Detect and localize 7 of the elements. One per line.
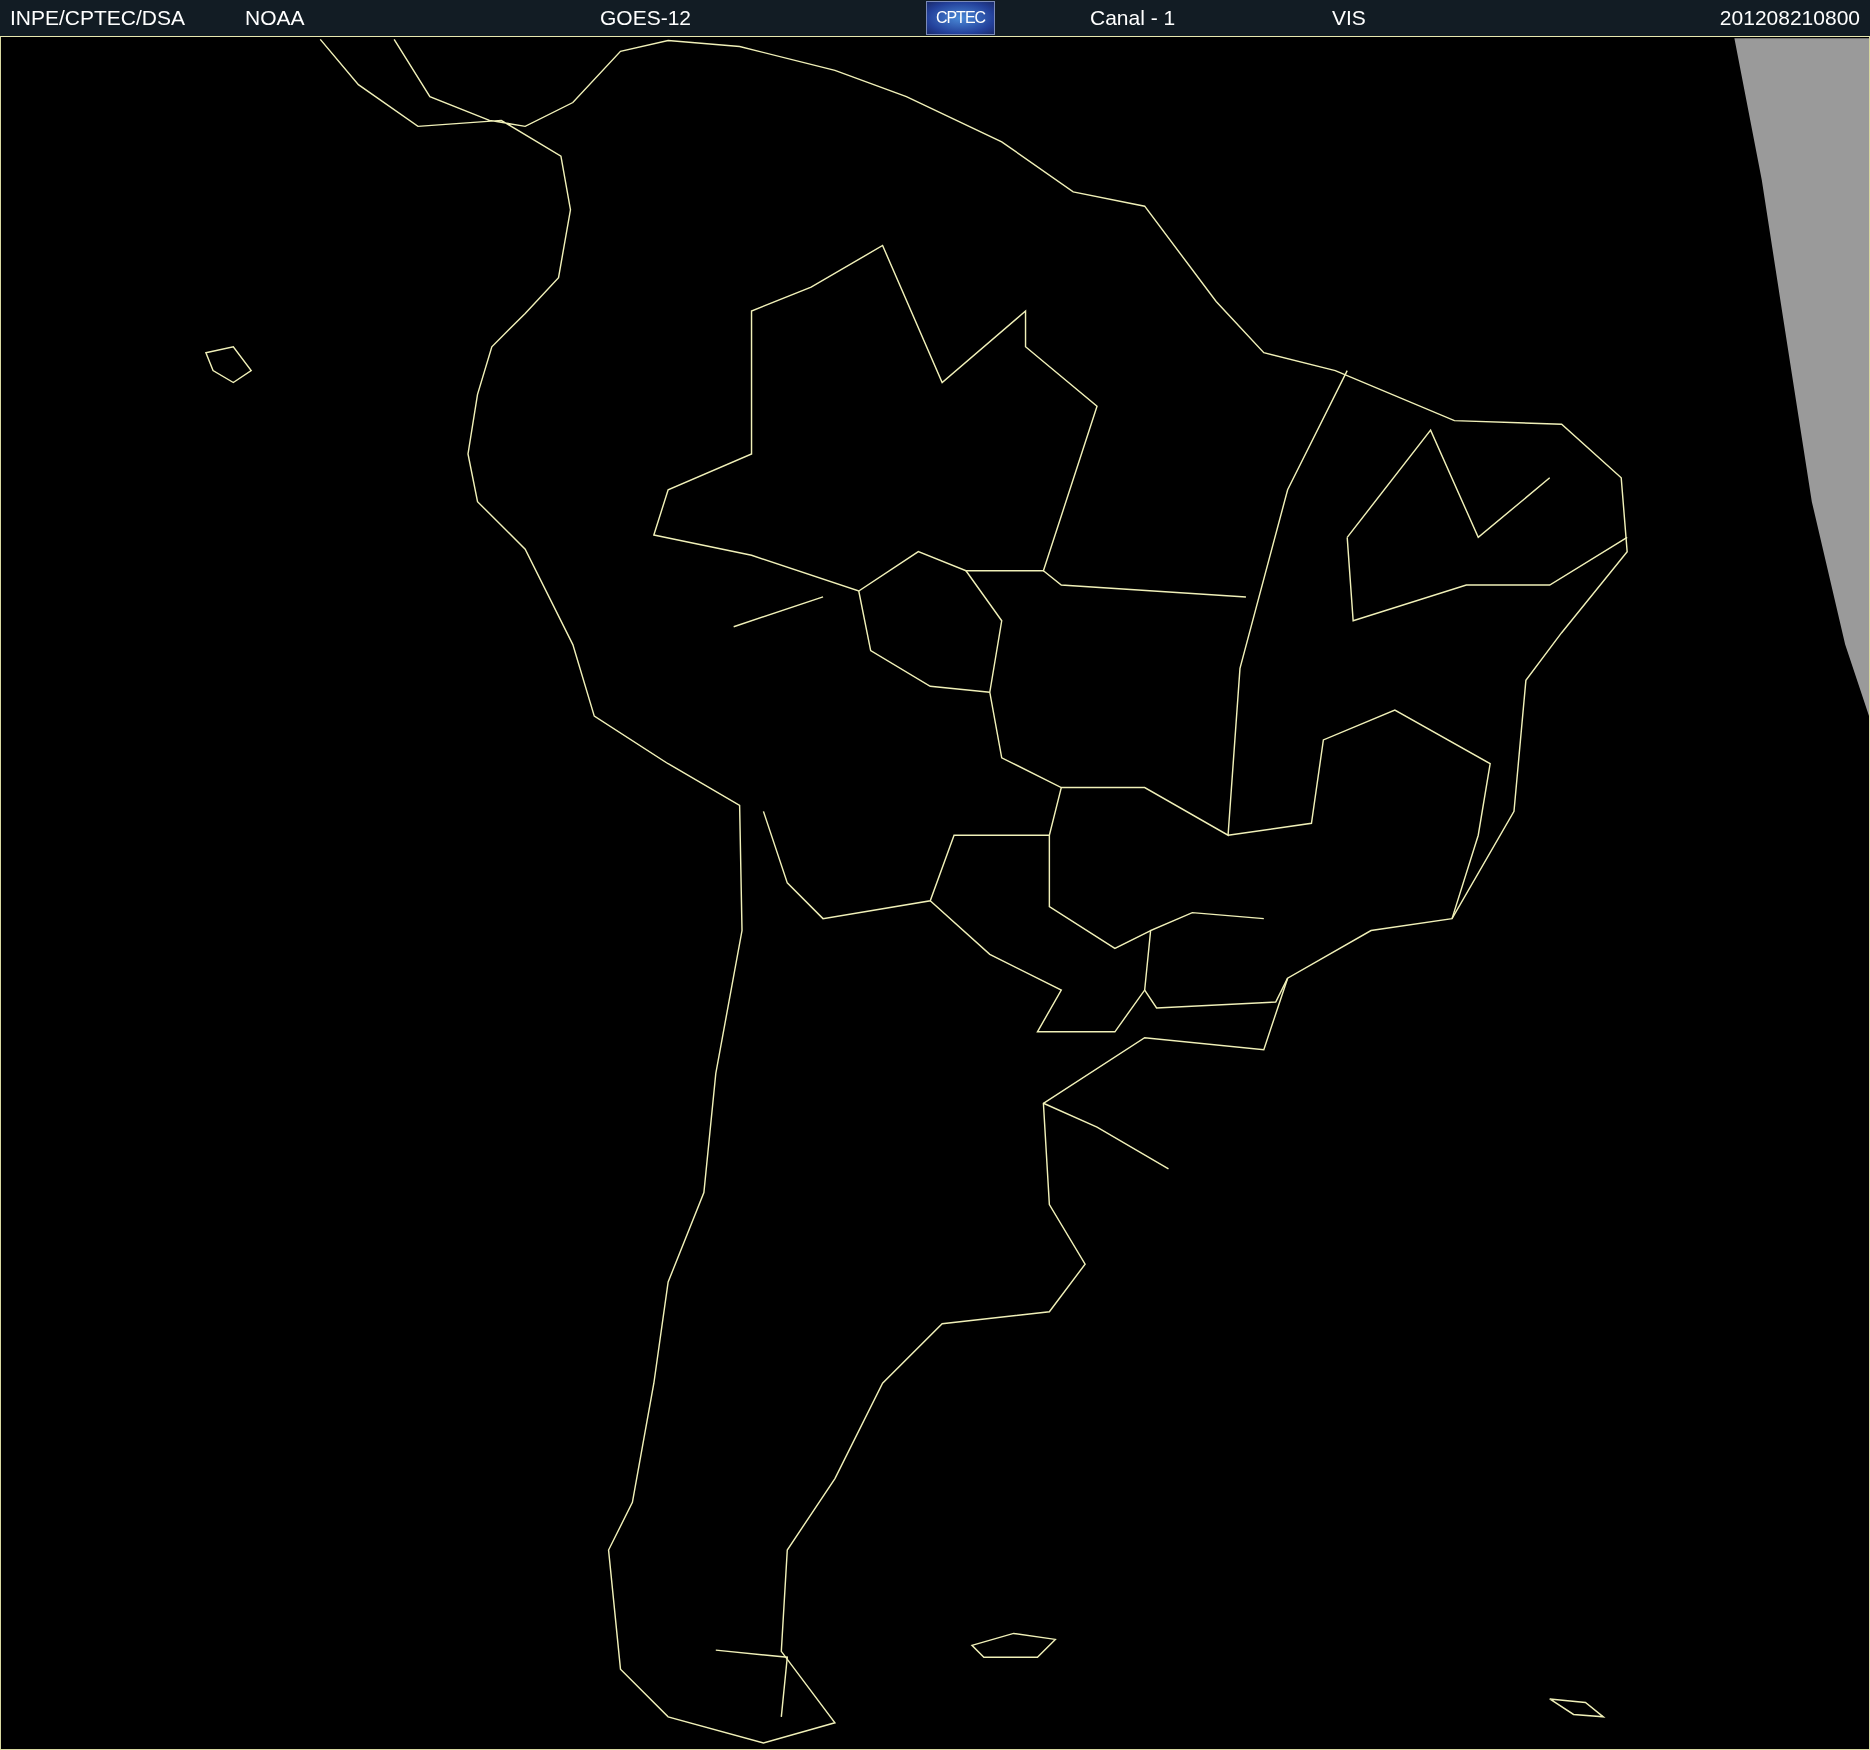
- channel-label: Canal - 1: [1090, 6, 1177, 30]
- institution-label: INPE/CPTEC/DSA: [10, 6, 187, 30]
- band-label: VIS: [1332, 6, 1367, 30]
- logo: CPTEC: [926, 1, 995, 35]
- satellite-label: GOES-12: [600, 6, 693, 30]
- source-label: NOAA: [245, 6, 306, 30]
- timestamp-label: 201208210800: [1719, 6, 1860, 30]
